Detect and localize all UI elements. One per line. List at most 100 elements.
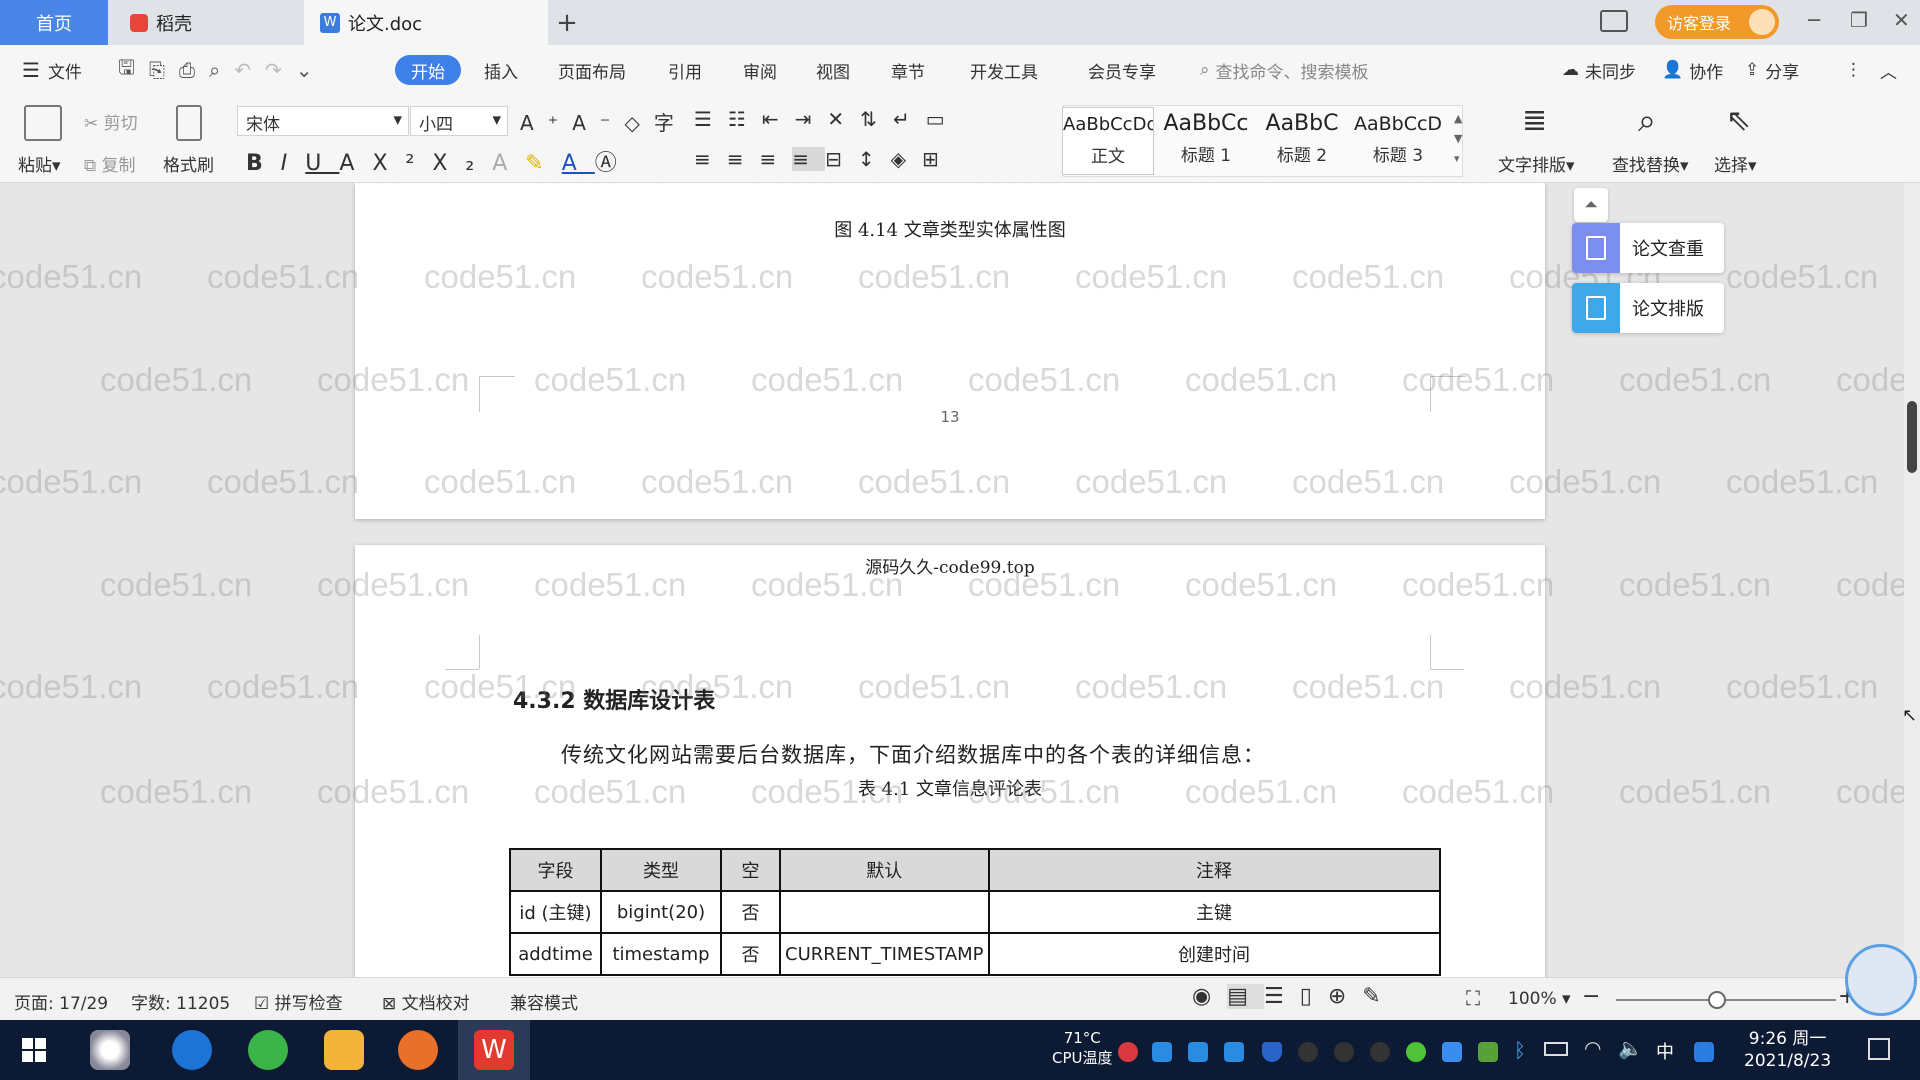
bullet-list-icon[interactable]: ☰ [694,107,728,131]
qq-icon[interactable] [1298,1042,1318,1062]
phonetic-icon[interactable]: 字 [654,111,688,135]
fit-page-icon[interactable]: ⛶ [1466,986,1480,1010]
justify-icon[interactable]: ≡ [792,147,826,171]
collab-button[interactable]: 👤 协作 [1662,45,1723,95]
style-heading-3[interactable]: AaBbCcD 标题 3 [1352,107,1444,175]
qq-icon[interactable] [1370,1042,1390,1062]
tray-app-icon[interactable] [1442,1042,1462,1062]
redo-icon[interactable]: ↷ [265,58,282,82]
font-size-select[interactable]: 小四 ▾ [410,106,508,136]
format-painter-icon[interactable] [176,105,202,141]
assistant-avatar-icon[interactable] [1845,944,1917,1016]
word-count[interactable]: 字数: 11205 [131,989,230,1014]
find-replace-button[interactable]: 查找替换▾ [1612,151,1689,176]
select-button[interactable]: 选择▾ [1714,151,1757,176]
highlight-icon[interactable]: ✎ [525,151,561,176]
share-button[interactable]: ⇪ 分享 [1745,45,1799,95]
style-heading-1[interactable]: AaBbCc 标题 1 [1160,107,1252,175]
volume-icon[interactable]: 🔈 [1618,1036,1643,1060]
tray-app-icon[interactable] [1406,1042,1426,1062]
superscript-icon[interactable]: X² [372,151,432,176]
style-normal[interactable]: AaBbCcDd 正文 [1062,107,1154,175]
font-name-select[interactable]: 宋体 ▾ [237,106,409,136]
clear-format-icon[interactable]: ◇ [625,111,654,135]
menu-developer[interactable]: 开发工具 [970,45,1038,95]
windows-start-icon[interactable] [22,1038,46,1062]
browser-360-icon[interactable] [248,1030,288,1070]
zoom-select[interactable]: 100% ▾ [1508,989,1571,1009]
tab-document[interactable]: W 论文.doc [304,0,548,45]
zoom-out-icon[interactable]: − [1582,984,1600,1009]
command-search[interactable]: ⌕ 查找命令、搜索模板 [1200,45,1369,95]
text-layout-button[interactable]: 文字排版▾ [1498,151,1575,176]
wifi-icon[interactable]: ◠ [1584,1036,1601,1060]
style-gallery-scroll[interactable]: ▲ ▼ ▾ [1454,109,1462,169]
bluetooth-icon[interactable]: ᛒ [1514,1038,1526,1062]
tray-app-icon[interactable] [1188,1042,1208,1062]
spell-check-button[interactable]: ☑ 拼写检查 [254,989,343,1014]
strikethrough-icon[interactable]: A [339,151,372,176]
underline-icon[interactable]: U [305,151,339,176]
thesis-layout-button[interactable]: 论文排版 [1572,283,1724,333]
tray-app-icon[interactable] [1118,1042,1138,1062]
menu-view[interactable]: 视图 [816,45,850,95]
collapse-ribbon-icon[interactable]: ︿ [1880,45,1897,95]
line-spacing-icon[interactable]: ↕ [858,147,891,171]
pinwheel-app-icon[interactable] [90,1030,130,1070]
save-icon[interactable]: 🖫 [118,53,135,87]
page-view-icon[interactable]: ▤ [1227,984,1264,1009]
style-heading-2[interactable]: AaBbC 标题 2 [1256,107,1348,175]
ie-browser-icon[interactable] [172,1030,212,1070]
collapse-panel-icon[interactable]: ⏶ [1574,188,1608,222]
zoom-slider-handle[interactable] [1708,991,1726,1009]
close-icon[interactable]: ✕ [1893,8,1910,32]
distribute-icon[interactable]: ⊟ [825,147,858,171]
copy-button[interactable]: ⧉ 复制 [84,151,136,176]
show-marks-icon[interactable]: ↵ [893,107,926,131]
more-icon[interactable]: ⋮ [1845,45,1862,95]
tray-app-icon[interactable] [1224,1042,1244,1062]
vertical-scrollbar[interactable] [1904,183,1920,977]
zoom-slider[interactable] [1616,999,1836,1001]
qq-icon[interactable] [1334,1042,1354,1062]
tab-daoke[interactable]: 稻壳 [110,0,302,45]
minimize-icon[interactable]: ─ [1808,8,1820,32]
menu-start[interactable]: 开始 [395,55,461,85]
file-menu[interactable]: ☰ 文件 [22,45,82,95]
file-explorer-icon[interactable] [324,1030,364,1070]
outline-view-icon[interactable]: ☰ [1264,984,1300,1009]
tab-home[interactable]: 首页 [0,0,108,45]
game-app-icon[interactable] [398,1030,438,1070]
battery-icon[interactable] [1544,1042,1568,1056]
borders-icon[interactable]: ⊞ [922,147,955,171]
wps-taskbar-item[interactable]: W [458,1020,530,1080]
print-preview-icon[interactable]: ⌕ [209,58,220,82]
align-center-icon[interactable]: ≡ [727,147,760,171]
export-icon[interactable]: ⎘ [149,58,165,82]
eye-protect-icon[interactable]: ◉ [1192,984,1227,1009]
menu-references[interactable]: 引用 [668,45,702,95]
sort-icon[interactable]: ⇅ [860,107,893,131]
outdent-icon[interactable]: ⇤ [762,107,795,131]
notification-icon[interactable] [1868,1038,1890,1060]
align-left-icon[interactable]: ≡ [694,147,727,171]
font-color-icon[interactable]: A [562,151,595,176]
shield-icon[interactable] [1262,1042,1282,1062]
cut-button[interactable]: ✂ 剪切 [84,109,138,134]
menu-insert[interactable]: 插入 [484,45,518,95]
char-border-icon[interactable]: Ⓐ [595,151,635,176]
proofread-button[interactable]: ⊠ 文档校对 [382,989,470,1014]
menu-page-layout[interactable]: 页面布局 [558,45,626,95]
italic-icon[interactable]: I [281,151,306,176]
numbered-list-icon[interactable]: ☷ [728,107,762,131]
login-button[interactable]: 访客登录 [1655,5,1779,39]
text-effect-icon[interactable]: A [492,151,525,176]
menu-review[interactable]: 审阅 [743,45,777,95]
thesis-check-button[interactable]: 论文查重 [1572,223,1724,273]
menu-member[interactable]: 会员专享 [1088,45,1156,95]
read-view-icon[interactable]: ▯ [1300,984,1328,1009]
tray-app-icon[interactable] [1152,1042,1172,1062]
undo-icon[interactable]: ↶ [234,58,251,82]
ime-indicator[interactable]: 中 [1656,1038,1674,1064]
new-tab-button[interactable]: + [552,0,582,45]
